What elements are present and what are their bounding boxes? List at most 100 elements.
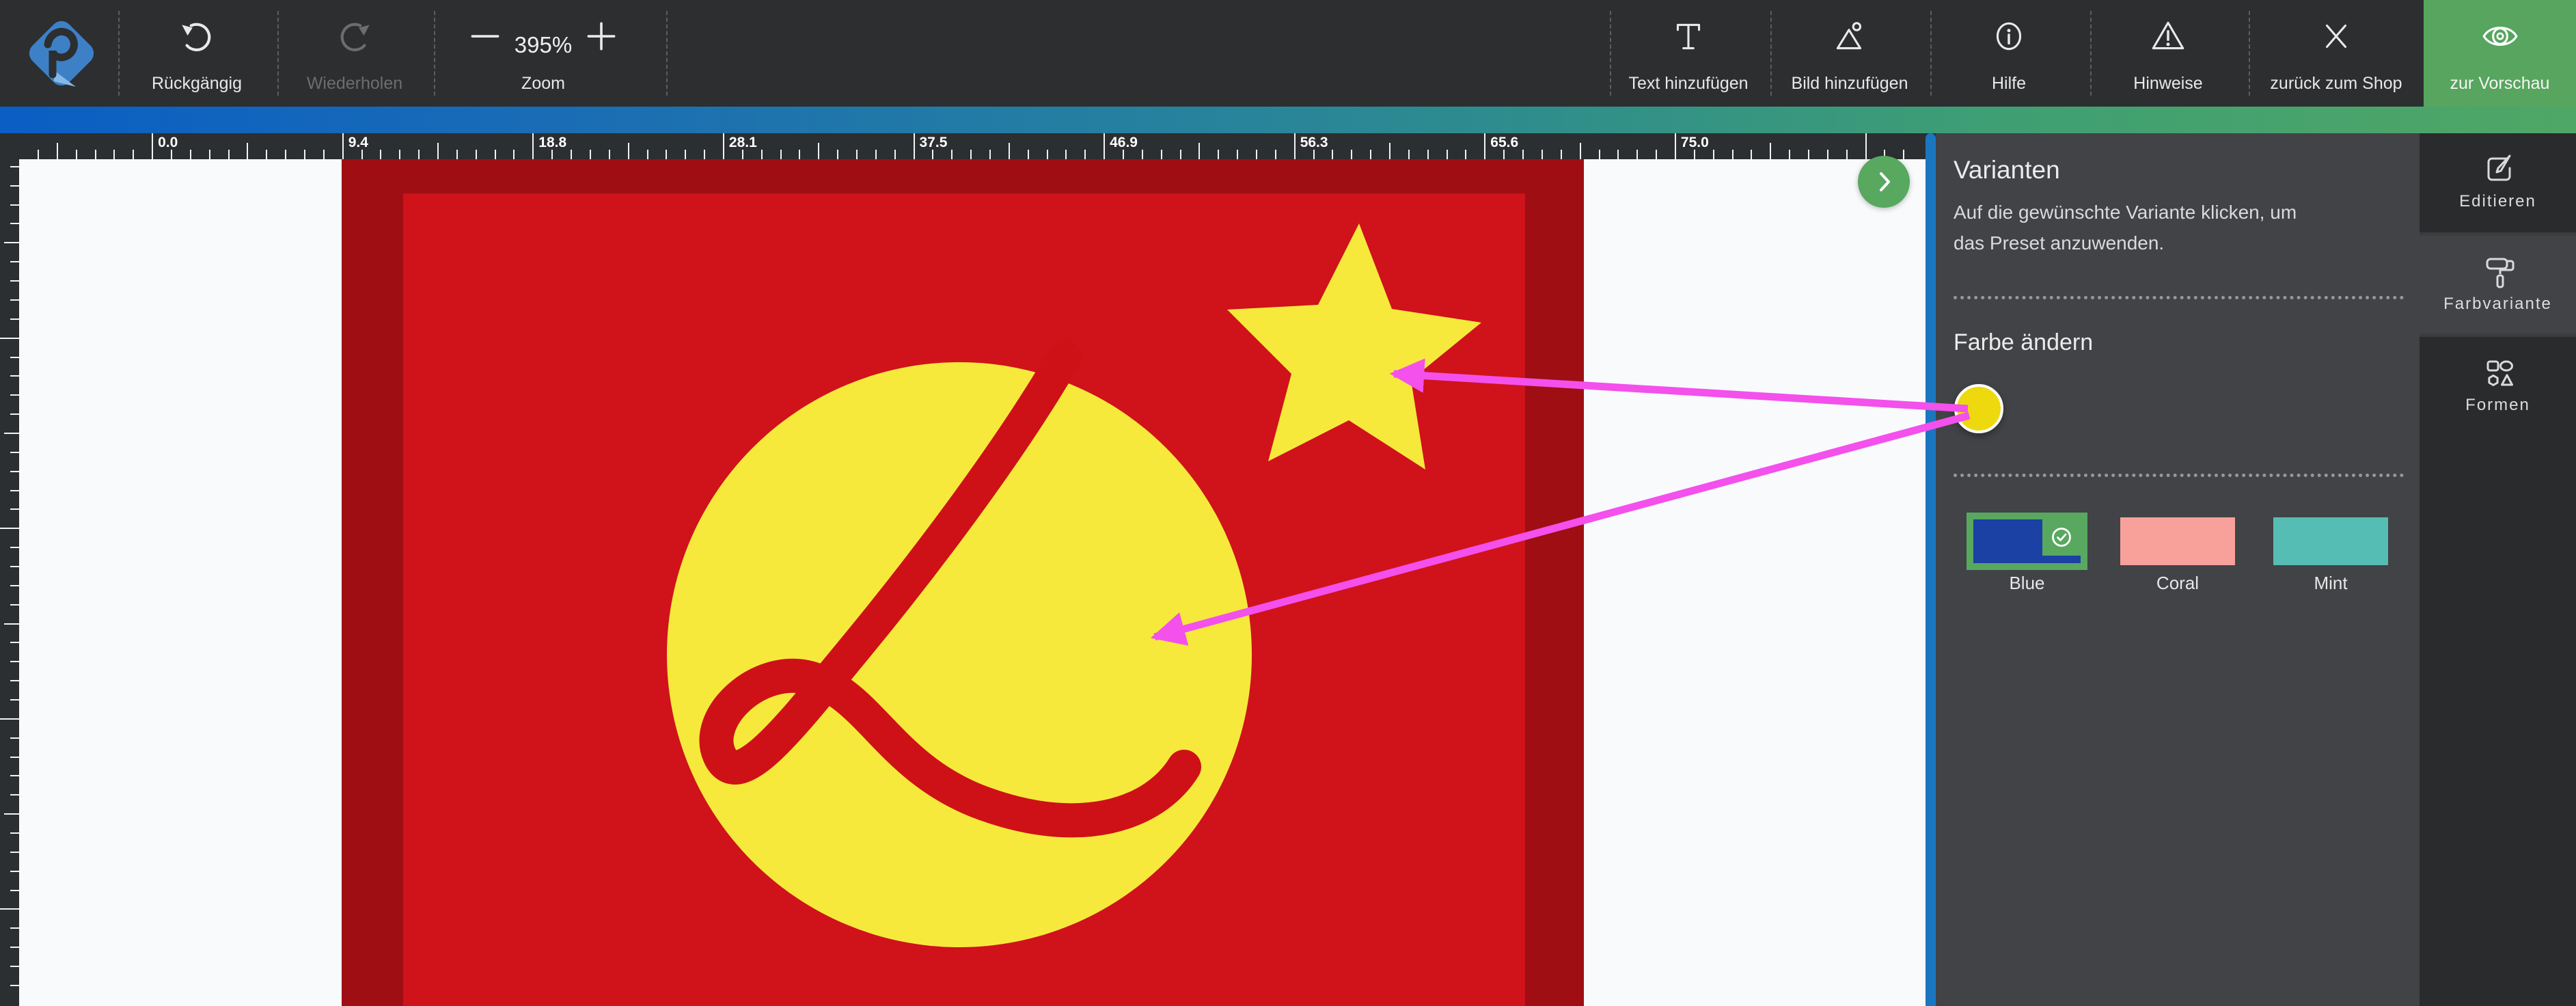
warning-icon (2148, 16, 2188, 56)
ruler-tick (723, 133, 724, 159)
ruler-tick (1084, 150, 1086, 159)
ruler-tick (10, 204, 19, 206)
tab-formen[interactable]: Formen (2420, 337, 2576, 435)
ruler-tick (1903, 150, 1904, 159)
ruler-tick (1636, 150, 1638, 159)
ruler-tick (10, 890, 19, 891)
toolbar-divider (2090, 11, 2092, 96)
ruler-tick (1009, 143, 1010, 159)
ruler-tick (780, 150, 782, 159)
design-canvas[interactable] (19, 159, 1926, 1006)
ruler-tick (10, 680, 19, 681)
preview-label: zur Vorschau (2424, 74, 2576, 94)
ruler-tick (1142, 150, 1143, 159)
ruler-tick (495, 150, 496, 159)
ruler-tick (10, 471, 19, 472)
ruler-tick (4, 242, 19, 243)
ruler-tick (875, 150, 877, 159)
ruler-tick (361, 150, 363, 159)
redo-icon (335, 16, 374, 56)
ruler-tick (551, 150, 553, 159)
sidebar-title: Varianten (1954, 156, 2060, 185)
ruler-tick (10, 166, 19, 167)
ruler-tick (10, 508, 19, 510)
ruler-tick (10, 357, 19, 358)
ruler-tick (10, 566, 19, 567)
hints-button[interactable]: Hinweise (2100, 0, 2236, 107)
ruler-tick (1542, 150, 1543, 159)
ruler-tick (1161, 150, 1162, 159)
ruler-label: 9.4 (348, 135, 368, 151)
ruler-tick (10, 223, 19, 224)
ruler-tick (1408, 150, 1410, 159)
tab-editieren[interactable]: Editieren (2420, 133, 2576, 232)
tab-farbvariante[interactable]: Farbvariante (2420, 236, 2576, 334)
ruler-tick (799, 150, 800, 159)
hints-label: Hinweise (2100, 74, 2236, 94)
ruler-tick (1732, 150, 1734, 159)
ruler-tick (133, 150, 134, 159)
ruler-tick (323, 150, 325, 159)
ruler-tick (989, 150, 991, 159)
add-text-button[interactable]: Text hinzufügen (1620, 0, 1757, 107)
variant-swatch (2273, 517, 2388, 565)
current-color-swatch[interactable] (1954, 384, 2003, 433)
variant-chip-coral[interactable] (2120, 517, 2235, 565)
ruler-tick (932, 150, 933, 159)
image-icon (1830, 16, 1869, 56)
undo-label: Rückgängig (128, 74, 265, 94)
ruler-tick (1599, 150, 1600, 159)
ruler-tick (190, 150, 191, 159)
ruler-tick (951, 150, 953, 159)
paint-roller-icon (2479, 251, 2517, 289)
ruler-tick (609, 150, 610, 159)
tab-label: Formen (2420, 396, 2576, 415)
close-icon (2316, 16, 2356, 56)
ruler-tick (742, 150, 743, 159)
ruler-tick (152, 133, 153, 159)
zoom-value: 395% (503, 26, 584, 64)
ruler-tick (1827, 150, 1828, 159)
canvas-scrollbar[interactable] (1926, 133, 1936, 1006)
sidebar-description-line2: das Preset anzuwenden. (1954, 232, 2164, 254)
ruler-tick (10, 185, 19, 187)
add-image-button[interactable]: Bild hinzufügen (1781, 0, 1918, 107)
toolbar-divider (434, 11, 435, 96)
ruler-tick (1256, 150, 1257, 159)
sidebar-collapse-button[interactable] (1858, 156, 1910, 208)
ruler-tick (10, 375, 19, 377)
vertical-ruler (0, 159, 19, 1006)
ruler-tick (38, 150, 39, 159)
undo-button[interactable]: Rückgängig (128, 0, 265, 107)
ruler-label: 46.9 (1110, 135, 1138, 151)
variant-chip-blue[interactable] (1967, 513, 2087, 570)
ruler-tick (856, 150, 858, 159)
tab-label: Farbvariante (2420, 295, 2576, 314)
app-logo-icon[interactable] (17, 9, 106, 98)
ruler-tick (171, 150, 172, 159)
ruler-tick (456, 150, 458, 159)
ruler-tick (1332, 150, 1333, 159)
check-icon (2051, 526, 2072, 548)
ruler-tick (532, 133, 534, 159)
preview-button[interactable]: zur Vorschau (2424, 0, 2576, 107)
ruler-tick (1218, 150, 1219, 159)
variant-chip-mint[interactable] (2273, 517, 2388, 565)
ruler-tick (0, 718, 19, 720)
logo-circle[interactable] (667, 362, 1252, 947)
ruler-tick (628, 143, 629, 159)
ruler-tick (837, 150, 838, 159)
ruler-tick (1447, 150, 1448, 159)
ruler-tick (685, 150, 686, 159)
logo-artwork (19, 159, 1926, 1006)
ruler-tick (10, 261, 19, 262)
ruler-tick (10, 299, 19, 301)
toolbar-divider (1770, 11, 1772, 96)
ruler-tick (647, 150, 648, 159)
back-to-shop-label: zurück zum Shop (2252, 74, 2420, 94)
help-button[interactable]: Hilfe (1941, 0, 2077, 107)
ruler-tick (476, 150, 477, 159)
redo-button[interactable]: Wiederholen (286, 0, 423, 107)
back-to-shop-button[interactable]: zurück zum Shop (2252, 0, 2420, 107)
ruler-tick (1275, 150, 1276, 159)
